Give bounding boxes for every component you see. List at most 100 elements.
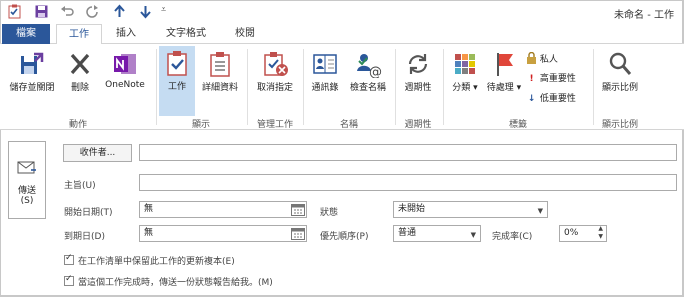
flag-icon (497, 53, 513, 76)
up-arrow-icon[interactable] (112, 4, 127, 19)
status-dropdown[interactable]: 未開始 ▼ (393, 201, 548, 218)
save-close-icon (21, 52, 44, 74)
address-book-button[interactable]: 通訊錄 (306, 47, 344, 107)
down-arrow-icon[interactable] (138, 4, 153, 19)
follow-up-button[interactable]: 待處理 ▾ (484, 47, 524, 107)
status-report-checkbox[interactable] (64, 274, 74, 286)
task-view-label: 工作 (167, 82, 186, 92)
details-button[interactable]: 詳細資料 (197, 47, 243, 107)
quick-access-toolbar: ⩡ 未命名 - 工作 (0, 0, 684, 24)
task-app-icon (7, 4, 22, 19)
status-value: 未開始 (398, 204, 426, 214)
address-book-label: 通訊錄 (311, 83, 339, 93)
categorize-button[interactable]: 分類 ▾ (446, 47, 484, 107)
keep-copy-checkbox[interactable] (64, 253, 74, 265)
tab-format-text[interactable]: 文字格式 (152, 24, 220, 44)
zoom-button[interactable]: 顯示比例 (596, 47, 644, 107)
tab-file[interactable]: 檔案 (2, 24, 50, 44)
tab-review[interactable]: 校閱 (226, 24, 264, 44)
tab-insert[interactable]: 插入 (106, 24, 146, 44)
separator (156, 49, 157, 125)
separator (443, 49, 444, 125)
exclamation-icon: ! (529, 74, 534, 84)
status-report-label: 當這個工作完成時，傳送一份狀態報告給我。(M) (78, 278, 273, 288)
private-label: 私人 (539, 55, 558, 65)
delete-button[interactable]: 刪除 (62, 47, 98, 107)
cancel-assignment-button[interactable]: 取消指定 (251, 47, 299, 107)
save-close-button[interactable]: 儲存並關閉 (4, 47, 60, 107)
to-button[interactable]: 收件者... (63, 144, 132, 162)
categorize-icon (455, 54, 475, 74)
recurrence-button[interactable]: 週期性 (398, 47, 438, 107)
send-label: 傳送 (17, 186, 36, 196)
separator (395, 49, 396, 125)
check-names-button[interactable]: @ 檢查名稱 (344, 47, 392, 107)
zoom-label: 顯示比例 (601, 83, 638, 93)
percent-complete-label: 完成率(C) (492, 232, 533, 242)
save-icon[interactable] (34, 4, 49, 19)
cancel-assign-icon (264, 52, 288, 76)
due-date-value: 無 (144, 228, 154, 238)
group-label-recurrence: 週期性 (404, 120, 432, 130)
start-date-field[interactable]: 無 (139, 201, 307, 218)
start-date-label: 開始日期(T) (64, 208, 113, 218)
percent-complete-spinner[interactable]: 0% ▲ ▼ (559, 225, 607, 242)
window-title: 未命名 - 工作 (614, 10, 674, 21)
redo-icon[interactable] (85, 4, 100, 19)
onenote-button[interactable]: OneNote (98, 47, 152, 107)
lock-icon (527, 51, 536, 64)
high-importance-label: 高重要性 (539, 74, 576, 84)
chevron-down-icon: ▼ (470, 231, 476, 239)
to-field[interactable] (139, 144, 677, 161)
task-form: 傳送 (S) 收件者... 主旨(U) 開始日期(T) 無 狀態 未開始 ▼ 到… (0, 131, 684, 297)
recurrence-icon (408, 54, 428, 74)
cancel-assign-label: 取消指定 (256, 83, 293, 93)
priority-label: 優先順序(P) (320, 232, 369, 242)
save-close-label: 儲存並關閉 (9, 83, 55, 93)
spinner-arrows-icon[interactable]: ▲ ▼ (598, 225, 603, 241)
address-book-icon (313, 54, 337, 74)
down-arrow-low-icon: ↓ (527, 94, 536, 104)
clipboard-details-icon (210, 52, 230, 77)
group-label-tags: 標籤 (508, 120, 527, 130)
calendar-icon[interactable] (291, 203, 305, 216)
subject-label: 主旨(U) (64, 181, 96, 191)
clipboard-check-icon (167, 51, 187, 76)
calendar-icon[interactable] (291, 227, 305, 240)
customize-qat-icon[interactable]: ⩡ (161, 5, 176, 20)
group-label-manage: 管理工作 (256, 120, 293, 130)
due-date-label: 到期日(D) (64, 232, 105, 242)
recurrence-label: 週期性 (404, 83, 432, 93)
check-names-icon: @ (357, 54, 382, 78)
private-button[interactable]: 私人 (526, 51, 558, 66)
group-label-names: 名稱 (339, 120, 358, 130)
separator (247, 49, 248, 125)
envelope-icon (17, 161, 36, 174)
delete-x-icon (70, 53, 90, 75)
follow-up-label: 待處理 ▾ (486, 83, 522, 93)
send-button[interactable]: 傳送 (S) (8, 141, 46, 219)
priority-value: 普通 (398, 228, 417, 238)
send-shortcut: (S) (20, 196, 34, 206)
status-label: 狀態 (320, 208, 339, 218)
low-importance-label: 低重要性 (539, 94, 576, 104)
chevron-down-icon: ▼ (537, 207, 543, 215)
ribbon: 儲存並關閉 刪除 OneNote 動作 工作 詳細資料 顯示 取消指定 管理工作… (0, 44, 684, 130)
task-view-button[interactable]: 工作 (159, 46, 195, 116)
tab-task[interactable]: 工作 (56, 24, 102, 45)
percent-complete-value: 0% (564, 228, 579, 238)
separator (303, 49, 304, 125)
low-importance-button[interactable]: ↓ 低重要性 (526, 92, 576, 106)
ribbon-tabs: 檔案 工作 插入 文字格式 校閱 (0, 24, 684, 45)
onenote-icon (114, 54, 136, 74)
high-importance-button[interactable]: ! 高重要性 (526, 72, 576, 86)
subject-field[interactable] (139, 174, 677, 191)
undo-icon[interactable] (60, 4, 75, 19)
priority-dropdown[interactable]: 普通 ▼ (393, 225, 481, 242)
group-label-show: 顯示 (191, 120, 210, 130)
keep-copy-label: 在工作清單中保留此工作的更新複本(E) (78, 257, 235, 267)
delete-label: 刪除 (70, 83, 89, 93)
svg-text:@: @ (369, 65, 382, 78)
due-date-field[interactable]: 無 (139, 225, 307, 242)
details-label: 詳細資料 (201, 83, 238, 93)
